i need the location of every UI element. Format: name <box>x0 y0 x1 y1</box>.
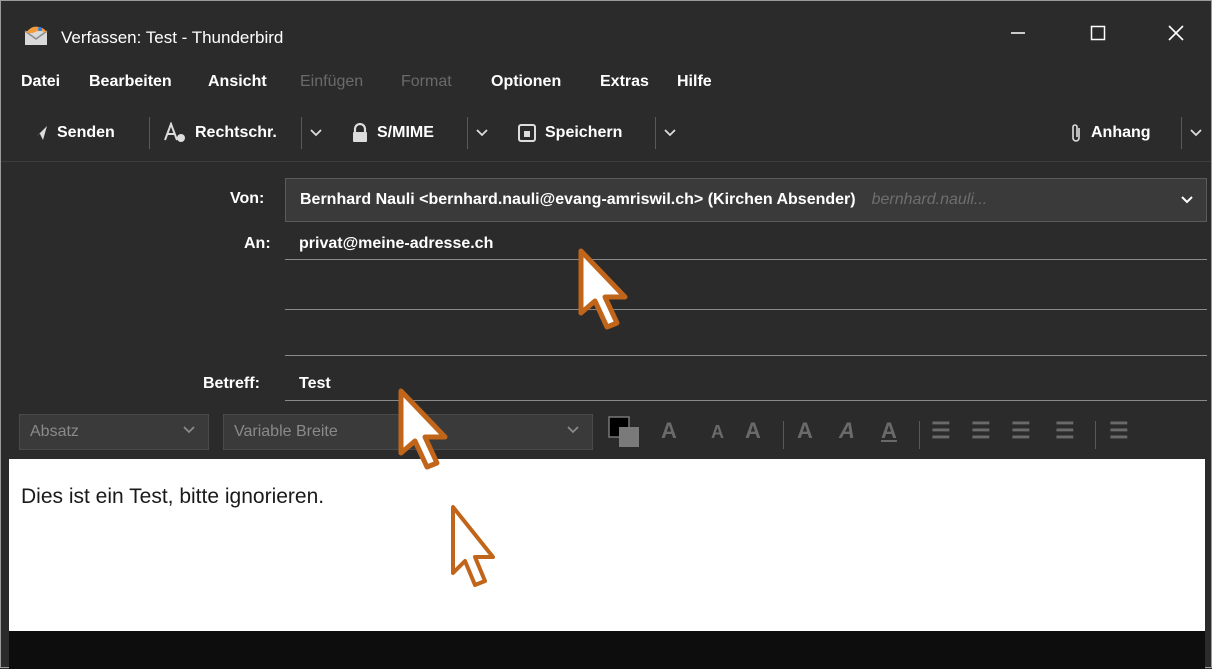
compose-toolbar: Senden Rechtschr. S/MIME Speichern Anhan… <box>1 105 1211 161</box>
spellcheck-label: Rechtschr. <box>195 124 277 141</box>
bullet-list-icon[interactable]: ☰ <box>931 418 951 444</box>
format-separator <box>919 421 920 449</box>
attach-label: Anhang <box>1091 124 1151 141</box>
chevron-down-icon <box>1181 196 1193 204</box>
attach-dropdown[interactable] <box>1185 115 1207 151</box>
save-label: Speichern <box>545 124 623 141</box>
menu-bearbeiten[interactable]: Bearbeiten <box>89 73 172 91</box>
menu-optionen[interactable]: Optionen <box>491 73 561 91</box>
align-icon[interactable]: ☰ <box>1109 418 1129 444</box>
from-label: Von: <box>230 190 265 207</box>
title-bar: Verfassen: Test - Thunderbird <box>1 1 1211 65</box>
pointer-cursor-icon <box>398 388 448 470</box>
smime-dropdown[interactable] <box>471 115 493 151</box>
attach-button[interactable]: Anhang <box>1069 115 1151 151</box>
font-size-icon[interactable]: A <box>661 418 677 444</box>
from-hint: bernhard.nauli... <box>871 191 988 208</box>
save-dropdown[interactable] <box>659 115 681 151</box>
message-body[interactable]: Dies ist ein Test, bitte ignorieren. <box>9 459 1205 631</box>
indent-icon[interactable]: ☰ <box>1055 418 1075 444</box>
subject-label: Betreff: <box>203 375 260 392</box>
menu-ansicht[interactable]: Ansicht <box>208 73 267 91</box>
close-icon <box>1168 25 1184 41</box>
recipient-row-divider <box>285 259 1207 260</box>
spellcheck-button[interactable]: Rechtschr. <box>163 115 277 151</box>
chevron-down-icon <box>476 129 488 137</box>
increase-font-icon[interactable]: A <box>745 418 761 444</box>
chevron-down-icon <box>664 129 676 137</box>
chevron-down-icon <box>183 426 195 434</box>
window-title: Verfassen: Test - Thunderbird <box>61 28 284 47</box>
from-value: Bernhard Nauli <bernhard.nauli@evang-amr… <box>300 191 856 208</box>
pointer-cursor-icon <box>451 505 495 587</box>
paragraph-format-select[interactable]: Absatz <box>19 414 209 450</box>
message-body-text: Dies ist ein Test, bitte ignorieren. <box>21 485 325 508</box>
menu-format[interactable]: Format <box>401 73 452 91</box>
toolbar-separator <box>301 117 302 149</box>
chevron-down-icon <box>1190 129 1202 137</box>
smime-button[interactable]: S/MIME <box>351 115 434 151</box>
to-field[interactable]: privat@meine-adresse.ch <box>299 235 493 253</box>
chevron-down-icon <box>567 426 579 434</box>
compose-window: Verfassen: Test - Thunderbird Datei Bear… <box>0 0 1212 669</box>
maximize-icon <box>1090 25 1106 41</box>
format-separator <box>1095 421 1096 449</box>
send-icon <box>32 126 47 141</box>
spellcheck-icon <box>164 122 185 142</box>
font-value: Variable Breite <box>234 423 338 440</box>
menu-bar: Datei Bearbeiten Ansicht Einfügen Format… <box>1 67 1211 99</box>
to-label: An: <box>244 235 271 252</box>
menu-datei[interactable]: Datei <box>21 73 60 91</box>
send-label: Senden <box>57 124 115 141</box>
toolbar-separator <box>149 117 150 149</box>
decrease-font-icon[interactable]: A <box>711 422 724 443</box>
maximize-button[interactable] <box>1063 1 1133 65</box>
underline-icon[interactable]: A <box>881 418 897 444</box>
thunderbird-icon <box>24 26 48 45</box>
from-select[interactable]: Bernhard Nauli <bernhard.nauli@evang-amr… <box>285 178 1207 222</box>
outdent-icon[interactable]: ☰ <box>1011 418 1031 444</box>
paperclip-icon <box>1072 124 1080 142</box>
pointer-cursor-icon <box>578 248 628 330</box>
spellcheck-dropdown[interactable] <box>305 115 327 151</box>
bold-icon[interactable]: A <box>797 418 813 444</box>
send-button[interactable]: Senden <box>31 115 115 151</box>
lock-icon <box>353 123 367 142</box>
numbered-list-icon[interactable]: ☰ <box>971 418 991 444</box>
menu-hilfe[interactable]: Hilfe <box>677 73 712 91</box>
paragraph-format-value: Absatz <box>30 423 79 440</box>
minimize-button[interactable] <box>983 1 1053 65</box>
status-bar <box>9 631 1205 669</box>
menu-extras[interactable]: Extras <box>600 73 649 91</box>
minimize-icon <box>1011 32 1025 34</box>
toolbar-separator <box>467 117 468 149</box>
toolbar-separator <box>1181 117 1182 149</box>
menu-einfuegen[interactable]: Einfügen <box>300 73 363 91</box>
text-color-icon[interactable] <box>607 415 643 451</box>
smime-label: S/MIME <box>377 124 434 141</box>
subject-field[interactable]: Test <box>299 375 331 393</box>
recipient-row-2[interactable] <box>285 309 1207 310</box>
italic-icon[interactable]: A <box>839 418 855 444</box>
save-button[interactable]: Speichern <box>517 115 622 151</box>
toolbar-separator <box>655 117 656 149</box>
chevron-down-icon <box>310 129 322 137</box>
format-separator <box>783 421 784 449</box>
save-icon <box>518 124 536 142</box>
recipient-row-3[interactable] <box>285 355 1207 356</box>
close-button[interactable] <box>1141 1 1211 65</box>
